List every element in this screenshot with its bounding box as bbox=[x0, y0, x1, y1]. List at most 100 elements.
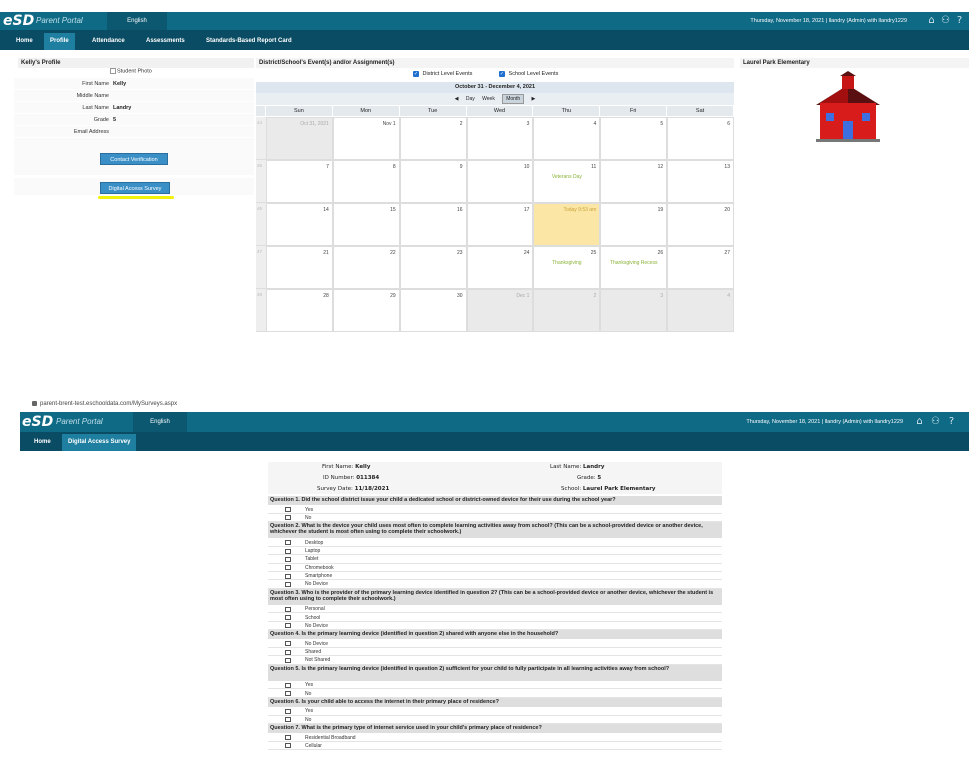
calendar-day[interactable]: 26 Thanksgiving Recess bbox=[600, 246, 668, 289]
answer-option[interactable]: Yes bbox=[268, 506, 722, 514]
answer-option[interactable]: Residential Broadband bbox=[268, 734, 722, 742]
tab-home[interactable]: Home bbox=[10, 33, 39, 50]
answer-option[interactable]: Personal bbox=[268, 605, 722, 614]
district-events-checkbox[interactable]: ✓ District Level Events bbox=[413, 71, 472, 77]
view-month[interactable]: Month bbox=[502, 94, 525, 104]
contact-verification-button[interactable]: Contact Verification bbox=[100, 153, 168, 165]
calendar-day[interactable]: 28 bbox=[266, 289, 333, 332]
checkbox[interactable] bbox=[285, 743, 291, 749]
calendar-day[interactable]: 3 bbox=[600, 289, 668, 332]
tab-digital-access-survey[interactable]: Digital Access Survey bbox=[62, 434, 137, 451]
answer-option[interactable]: Tablet bbox=[268, 555, 722, 564]
checkbox[interactable] bbox=[285, 548, 291, 554]
prev-arrow-icon[interactable]: ◀ bbox=[455, 96, 459, 102]
tab-attendance[interactable]: Attendance bbox=[86, 33, 131, 50]
tab-home[interactable]: Home bbox=[28, 434, 57, 451]
calendar-day[interactable]: 2 bbox=[399, 117, 467, 160]
calendar-day[interactable]: 4 bbox=[667, 289, 734, 332]
calendar-day[interactable]: Today 9:53 am bbox=[533, 203, 601, 246]
calendar-day[interactable]: 5 bbox=[600, 117, 668, 160]
calendar-day[interactable]: Nov 1 bbox=[332, 117, 400, 160]
answer-option[interactable]: No bbox=[268, 514, 722, 523]
checkbox[interactable] bbox=[285, 641, 291, 647]
calendar-day[interactable]: 2 bbox=[533, 289, 601, 332]
checkbox[interactable] bbox=[285, 606, 291, 612]
calendar-day[interactable]: 25 Thanksgiving bbox=[533, 246, 601, 289]
answer-option[interactable]: School bbox=[268, 614, 722, 622]
answer-option[interactable]: Smartphone bbox=[268, 572, 722, 581]
checkbox[interactable] bbox=[285, 615, 291, 620]
calendar-event[interactable]: Thanksgiving bbox=[534, 260, 599, 266]
answer-option[interactable]: No bbox=[268, 716, 722, 724]
answer-option[interactable]: Shared bbox=[268, 648, 722, 657]
calendar-day[interactable]: 16 bbox=[399, 203, 467, 246]
answer-option[interactable]: Desktop bbox=[268, 539, 722, 548]
checkbox[interactable] bbox=[285, 507, 291, 513]
answer-option[interactable]: Laptop bbox=[268, 547, 722, 556]
language-selector[interactable]: English bbox=[107, 12, 167, 30]
calendar-day[interactable]: 9 bbox=[399, 160, 467, 203]
checkbox[interactable] bbox=[285, 717, 291, 723]
calendar-day[interactable]: 7 bbox=[266, 160, 333, 203]
checkbox[interactable] bbox=[285, 573, 291, 579]
checkbox[interactable] bbox=[285, 657, 291, 663]
home-icon[interactable]: ⌂ bbox=[926, 15, 937, 26]
answer-option[interactable]: Yes bbox=[268, 681, 722, 690]
calendar-day[interactable]: 20 bbox=[667, 203, 734, 246]
digital-access-survey-button[interactable]: Digital Access Survey bbox=[100, 182, 170, 194]
view-week[interactable]: Week bbox=[482, 96, 495, 102]
checkbox[interactable] bbox=[285, 515, 291, 521]
tab-profile[interactable]: Profile bbox=[44, 33, 75, 50]
school-events-checkbox[interactable]: ✓ School Level Events bbox=[499, 71, 558, 77]
user-icon[interactable]: ⚇ bbox=[940, 15, 951, 26]
calendar-day[interactable]: 27 bbox=[667, 246, 734, 289]
checkbox[interactable] bbox=[285, 691, 291, 696]
language-selector[interactable]: English bbox=[133, 412, 187, 432]
view-day[interactable]: Day bbox=[466, 96, 475, 102]
answer-option[interactable]: Chromebook bbox=[268, 564, 722, 572]
calendar-day[interactable]: 29 bbox=[332, 289, 400, 332]
calendar-day[interactable]: 15 bbox=[332, 203, 400, 246]
answer-option[interactable]: No Device bbox=[268, 640, 722, 648]
help-icon[interactable]: ? bbox=[946, 416, 957, 427]
tab-report-card[interactable]: Standards-Based Report Card bbox=[200, 33, 298, 50]
calendar-day[interactable]: 14 bbox=[266, 203, 333, 246]
calendar-day[interactable]: 6 bbox=[667, 117, 734, 160]
calendar-day[interactable]: Dec 1 bbox=[466, 289, 534, 332]
checkbox[interactable] bbox=[285, 623, 291, 629]
home-icon[interactable]: ⌂ bbox=[914, 416, 925, 427]
calendar-day[interactable]: Oct 31, 2021 bbox=[266, 117, 333, 160]
calendar-day[interactable]: 4 bbox=[533, 117, 601, 160]
checkbox[interactable] bbox=[285, 649, 291, 655]
address-bar[interactable]: parent-brent-test.eschooldata.com/MySurv… bbox=[32, 401, 177, 407]
answer-option[interactable]: Yes bbox=[268, 707, 722, 716]
user-icon[interactable]: ⚇ bbox=[930, 416, 941, 427]
checkbox[interactable] bbox=[285, 540, 291, 546]
calendar-day[interactable]: 19 bbox=[600, 203, 668, 246]
checkbox[interactable] bbox=[285, 581, 291, 587]
next-arrow-icon[interactable]: ▶ bbox=[532, 96, 536, 102]
calendar-event[interactable]: Veterans Day bbox=[534, 174, 599, 180]
calendar-day[interactable]: 11 Veterans Day bbox=[533, 160, 601, 203]
answer-option[interactable]: No Device bbox=[268, 580, 722, 589]
answer-option[interactable]: Cellular bbox=[268, 742, 722, 751]
calendar-day[interactable]: 8 bbox=[332, 160, 400, 203]
calendar-day[interactable]: 22 bbox=[332, 246, 400, 289]
checkbox[interactable] bbox=[285, 708, 291, 714]
checkbox[interactable] bbox=[285, 565, 291, 571]
calendar-day[interactable]: 23 bbox=[399, 246, 467, 289]
calendar-day[interactable]: 3 bbox=[466, 117, 534, 160]
calendar-day[interactable]: 17 bbox=[466, 203, 534, 246]
checkbox[interactable] bbox=[285, 682, 291, 688]
answer-option[interactable]: No Device bbox=[268, 622, 722, 631]
tab-assessments[interactable]: Assessments bbox=[140, 33, 191, 50]
calendar-day[interactable]: 24 bbox=[466, 246, 534, 289]
calendar-day[interactable]: 21 bbox=[266, 246, 333, 289]
calendar-day[interactable]: 10 bbox=[466, 160, 534, 203]
calendar-day[interactable]: 12 bbox=[600, 160, 668, 203]
calendar-day[interactable]: 30 bbox=[399, 289, 467, 332]
answer-option[interactable]: No bbox=[268, 690, 722, 698]
help-icon[interactable]: ? bbox=[954, 15, 965, 26]
calendar-day[interactable]: 13 bbox=[667, 160, 734, 203]
checkbox[interactable] bbox=[285, 735, 291, 741]
